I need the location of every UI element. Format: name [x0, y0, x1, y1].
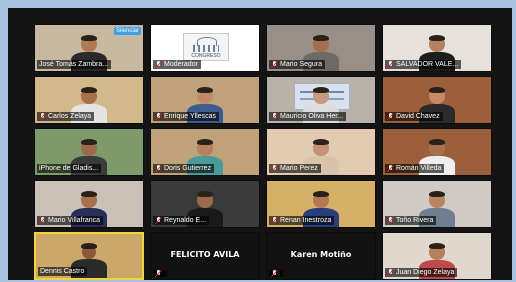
participant-name-label: Enrique Yllescas [153, 112, 220, 121]
participant-name: David Chavez [396, 113, 440, 120]
participant-name-label: Carlos Zelaya [37, 112, 95, 121]
muted-mic-icon [387, 165, 394, 172]
muted-mic-icon [271, 61, 278, 68]
muted-mic-icon [39, 217, 46, 224]
participant-name-label: José Tomás Zambra... [37, 60, 112, 69]
participant-name: Carlos Zelaya [48, 113, 92, 120]
participant-name: SALVADOR VALE... [396, 61, 459, 68]
participant-display-name: FELICITO AVILA [170, 250, 240, 259]
participant-tile[interactable]: iPhone de Gladis... [34, 128, 144, 176]
mute-button[interactable]: Silenciar [113, 27, 141, 35]
participant-name-label: Román Villeda [385, 164, 445, 173]
participant-tile[interactable]: Dennis Castro [34, 232, 144, 280]
participant-name-label: SALVADOR VALE... [385, 60, 462, 69]
participant-name-label: Mario Perez [269, 164, 321, 173]
muted-mic-icon [387, 217, 394, 224]
participant-name-label: Toño Rivera [385, 216, 437, 225]
participant-name-label: Moderador [153, 60, 201, 69]
participant-tile[interactable]: CONGRESO Moderador [150, 24, 260, 72]
muted-mic-icon [271, 165, 278, 172]
participant-tile[interactable]: SALVADOR VALE... [382, 24, 492, 72]
participant-name: Mario Villafranca [48, 217, 101, 224]
participant-tile[interactable]: Reynaldo E... [150, 180, 260, 228]
participant-name-label: Dennis Castro [38, 267, 88, 276]
participant-name: Román Villeda [396, 165, 442, 172]
participant-name: Toño Rivera [396, 217, 434, 224]
participant-name-label: Mauricio Oliva Her... [269, 112, 347, 121]
participant-tile[interactable]: Renan Inestroza [266, 180, 376, 228]
participant-name-label: David Chavez [385, 112, 443, 121]
participant-grid: Silenciar José Tomás Zambra... CONGRESO Mod… [34, 24, 494, 280]
participant-name: Mario Perez [280, 165, 318, 172]
participant-name-label [269, 270, 283, 277]
congreso-logo-text: CONGRESO [191, 53, 221, 59]
muted-mic-icon [271, 217, 278, 224]
muted-mic-icon [271, 113, 278, 120]
participant-display-name: Karen Motiño [290, 250, 352, 259]
participant-name-label: iPhone de Gladis... [37, 164, 102, 173]
muted-mic-icon [155, 217, 162, 224]
participant-tile[interactable]: Silenciar José Tomás Zambra... [34, 24, 144, 72]
participant-name-label: Doris Gutierrez [153, 164, 215, 173]
participant-tile[interactable]: Mario Villafranca [34, 180, 144, 228]
muted-mic-icon [271, 270, 278, 277]
participant-tile[interactable]: Mauricio Oliva Her... [266, 76, 376, 124]
participant-name-label: Renan Inestroza [269, 216, 335, 225]
participant-name: Enrique Yllescas [164, 113, 217, 120]
muted-mic-icon [387, 113, 394, 120]
participant-name-label: Mario Segura [269, 60, 326, 69]
participant-name-label [153, 270, 167, 277]
muted-mic-icon [387, 61, 394, 68]
participant-name-label: Juan Diego Zelaya [385, 268, 458, 277]
muted-mic-icon [155, 113, 162, 120]
participant-tile[interactable]: Román Villeda [382, 128, 492, 176]
participant-name: Doris Gutierrez [164, 165, 212, 172]
congreso-logo: CONGRESO [183, 33, 229, 62]
muted-mic-icon [155, 61, 162, 68]
participant-tile[interactable]: Mario Segura [266, 24, 376, 72]
participant-tile[interactable]: Enrique Yllescas [150, 76, 260, 124]
participant-name-label: Reynaldo E... [153, 216, 210, 225]
participant-name: Dennis Castro [40, 268, 85, 275]
participant-tile[interactable]: Toño Rivera [382, 180, 492, 228]
muted-mic-icon [155, 270, 162, 277]
participant-name: Juan Diego Zelaya [396, 269, 455, 276]
participant-name: Mauricio Oliva Her... [280, 113, 344, 120]
participant-name: José Tomás Zambra... [39, 61, 109, 68]
participant-name-label: Mario Villafranca [37, 216, 104, 225]
participant-name: iPhone de Gladis... [39, 165, 99, 172]
muted-mic-icon [39, 113, 46, 120]
participant-name: Renan Inestroza [280, 217, 332, 224]
muted-mic-icon [387, 269, 394, 276]
participant-name: Moderador [164, 61, 198, 68]
participant-name: Reynaldo E... [164, 217, 207, 224]
participant-tile[interactable]: Mario Perez [266, 128, 376, 176]
participant-tile[interactable]: Juan Diego Zelaya [382, 232, 492, 280]
participant-tile[interactable]: Doris Gutierrez [150, 128, 260, 176]
participant-tile[interactable]: Karen Motiño [266, 232, 376, 280]
muted-mic-icon [155, 165, 162, 172]
participant-tile[interactable]: Carlos Zelaya [34, 76, 144, 124]
participant-name: Mario Segura [280, 61, 323, 68]
participant-tile[interactable]: David Chavez [382, 76, 492, 124]
participant-tile[interactable]: FELICITO AVILA [150, 232, 260, 280]
